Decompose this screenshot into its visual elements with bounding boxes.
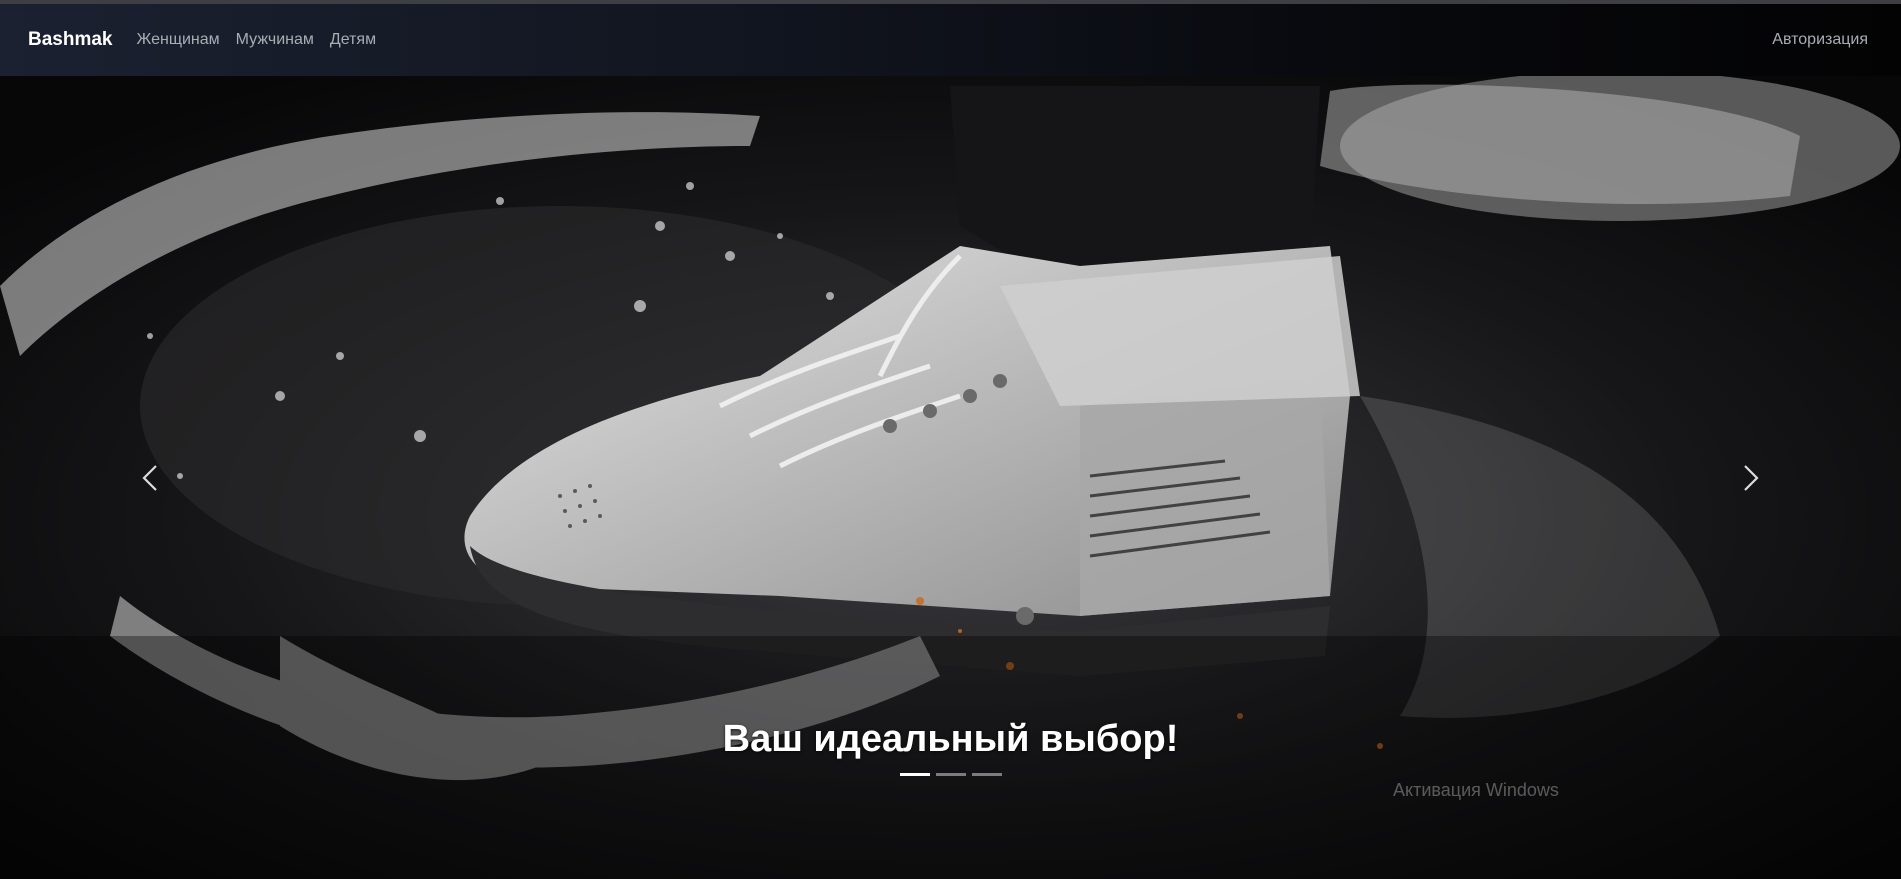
chevron-right-icon [1744, 464, 1759, 491]
navbar: Bashmak Женщинам Мужчинам Детям Авториза… [0, 4, 1901, 76]
carousel-caption: Ваш идеальный выбор! [722, 718, 1179, 760]
carousel-indicator-3[interactable] [971, 773, 1002, 776]
chevron-left-icon [142, 464, 157, 491]
nav-link-men[interactable]: Мужчинам [236, 31, 314, 49]
hero-carousel: Ваш идеальный выбор! [0, 76, 1901, 879]
nav-link-women[interactable]: Женщинам [137, 31, 220, 49]
windows-activation-watermark: Активация Windows [1393, 780, 1559, 800]
carousel-indicator-2[interactable] [935, 773, 966, 776]
nav-link-kids[interactable]: Детям [330, 31, 376, 49]
carousel-indicators [0, 773, 1901, 776]
auth-link[interactable]: Авторизация [1772, 31, 1868, 49]
carousel-indicator-1[interactable] [899, 773, 930, 776]
brand-logo[interactable]: Bashmak [28, 29, 113, 51]
